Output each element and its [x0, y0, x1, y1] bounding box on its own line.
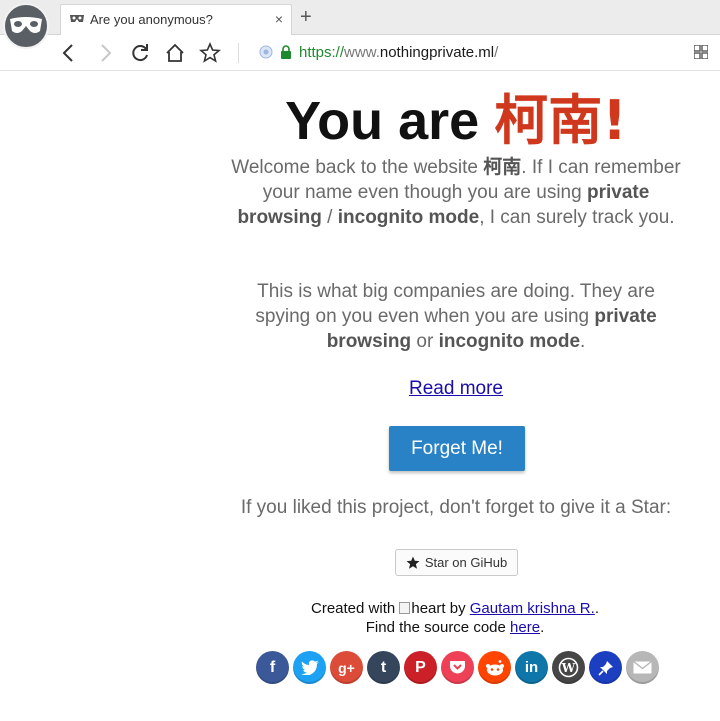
apps-grid-icon[interactable]: [694, 45, 708, 59]
new-tab-button[interactable]: +: [300, 4, 312, 30]
source-code-link[interactable]: here: [510, 619, 540, 636]
email-icon[interactable]: [626, 651, 659, 684]
reddit-icon[interactable]: [478, 651, 511, 684]
star-icon: [406, 556, 420, 569]
explanation-paragraph: This is what big companies are doing. Th…: [255, 281, 657, 352]
incognito-avatar-icon[interactable]: [3, 3, 49, 49]
lock-icon[interactable]: [280, 45, 292, 59]
home-icon[interactable]: [164, 42, 186, 64]
site-info-icon[interactable]: [259, 45, 273, 59]
pocket-icon[interactable]: [441, 651, 474, 684]
address-bar[interactable]: https://www.nothingprivate.ml/: [299, 44, 498, 61]
pin-icon[interactable]: [589, 651, 622, 684]
forward-icon[interactable]: [94, 42, 116, 64]
svg-text:W: W: [561, 661, 576, 675]
bookmark-star-icon[interactable]: [199, 42, 221, 64]
facebook-icon[interactable]: f: [256, 651, 289, 684]
reload-icon[interactable]: [129, 42, 151, 64]
browser-tab[interactable]: Are you anonymous? ×: [60, 4, 292, 35]
url-subdomain: www.: [344, 44, 380, 61]
github-button-label: Star on GiHub: [424, 555, 508, 570]
url-protocol: https://: [299, 44, 345, 61]
welcome-paragraph: Welcome back to the website 柯南. If I can…: [231, 157, 681, 228]
broken-image-icon: [399, 602, 411, 614]
back-icon[interactable]: [58, 42, 80, 64]
close-tab-icon[interactable]: ×: [275, 11, 283, 27]
social-share-bar: f g+ t P in W: [256, 651, 659, 685]
incognito-mask-icon: [10, 17, 42, 33]
google-plus-icon[interactable]: g+: [330, 651, 363, 684]
tumblr-icon[interactable]: t: [367, 651, 400, 684]
tab-title: Are you anonymous?: [90, 12, 213, 27]
twitter-icon[interactable]: [293, 651, 326, 684]
wordpress-icon[interactable]: W: [552, 651, 585, 684]
tab-bar: Are you anonymous? × +: [0, 0, 720, 35]
author-link[interactable]: Gautam krishna R.: [470, 600, 595, 617]
credit-line: Created with heart by Gautam krishna R..: [311, 600, 599, 617]
url-domain: nothingprivate.ml: [379, 44, 495, 61]
read-more-link[interactable]: Read more: [230, 378, 682, 400]
title-suffix: !: [602, 89, 627, 152]
forget-me-button[interactable]: Forget Me!: [389, 426, 525, 471]
github-star-button[interactable]: Star on GiHub: [395, 549, 518, 576]
divider: [238, 43, 239, 63]
pinterest-icon[interactable]: P: [404, 651, 437, 684]
title-prefix: You are: [285, 91, 495, 151]
page-title: You are 柯南!: [236, 76, 676, 155]
mask-icon: [70, 15, 84, 22]
linkedin-icon[interactable]: in: [515, 651, 548, 684]
user-name: 柯南: [494, 89, 603, 152]
navigation-bar: https://www.nothingprivate.ml/: [0, 35, 720, 71]
source-code-line: Find the source code here.: [365, 619, 545, 636]
star-prompt: If you liked this project, don't forget …: [240, 497, 672, 518]
url-path: /: [494, 44, 499, 61]
heart-alt-text: heart: [411, 600, 446, 617]
page-content: You are 柯南! Welcome back to the website …: [0, 71, 720, 721]
